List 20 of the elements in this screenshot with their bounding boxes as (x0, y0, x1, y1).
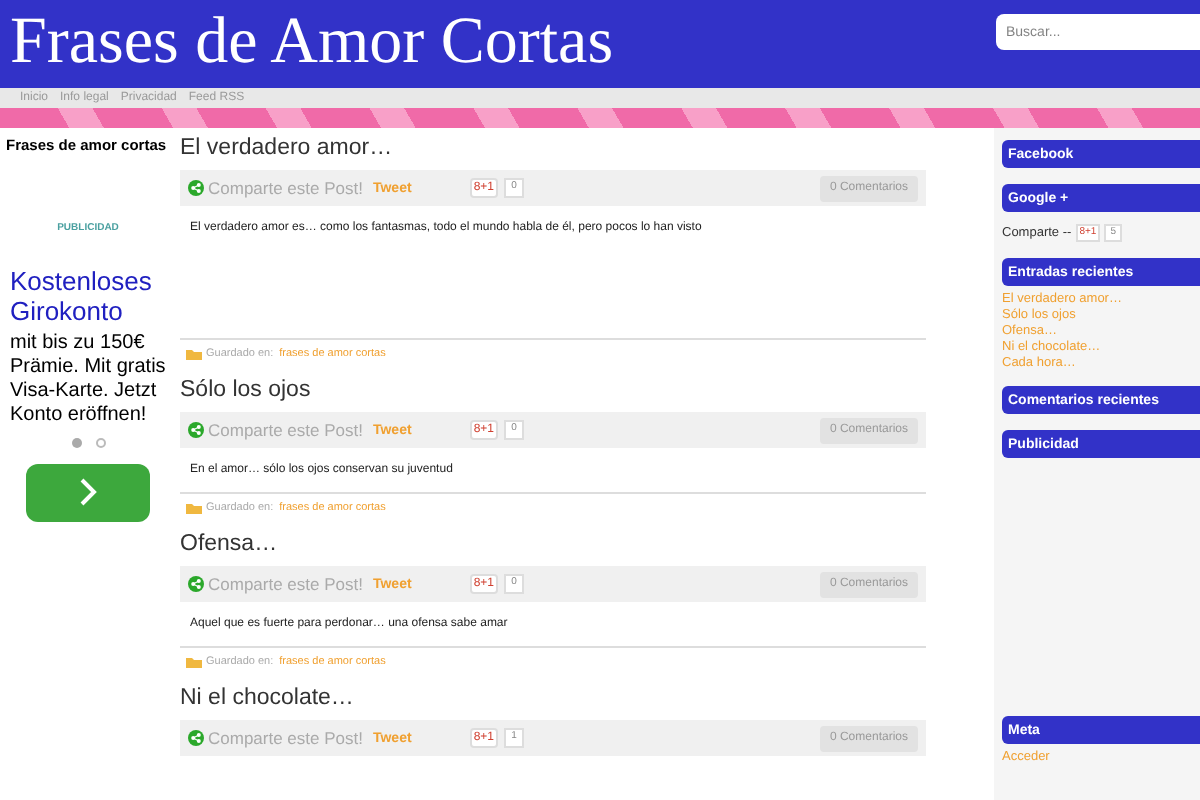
share-icon (188, 576, 204, 592)
post-title[interactable]: Sólo los ojos (180, 376, 926, 412)
site-title[interactable]: Frases de Amor Cortas (10, 0, 614, 84)
post-title[interactable]: Ofensa… (180, 530, 926, 566)
post-title[interactable]: El verdadero amor… (180, 134, 926, 170)
share-label: Comparte este Post! (208, 725, 363, 751)
share-label: Comparte este Post! (208, 175, 363, 201)
share-label: Comparte este Post! (208, 571, 363, 597)
share-icon (188, 180, 204, 196)
ad-headline[interactable]: Kostenloses Girokonto (0, 265, 172, 326)
share-icon (188, 422, 204, 438)
folder-icon (186, 656, 202, 668)
chevron-right-icon (78, 478, 98, 507)
share-label: Comparte este Post! (208, 417, 363, 443)
post-title[interactable]: Ni el chocolate… (180, 684, 926, 720)
share-icon (188, 730, 204, 746)
folder-icon (186, 502, 202, 514)
next-button[interactable] (26, 463, 150, 522)
folder-icon (186, 348, 202, 360)
ad-text: mit bis zu 150€ Prämie. Mit gratis Visa-Karte. Jetzt Konto eröffnen! (8, 331, 168, 428)
